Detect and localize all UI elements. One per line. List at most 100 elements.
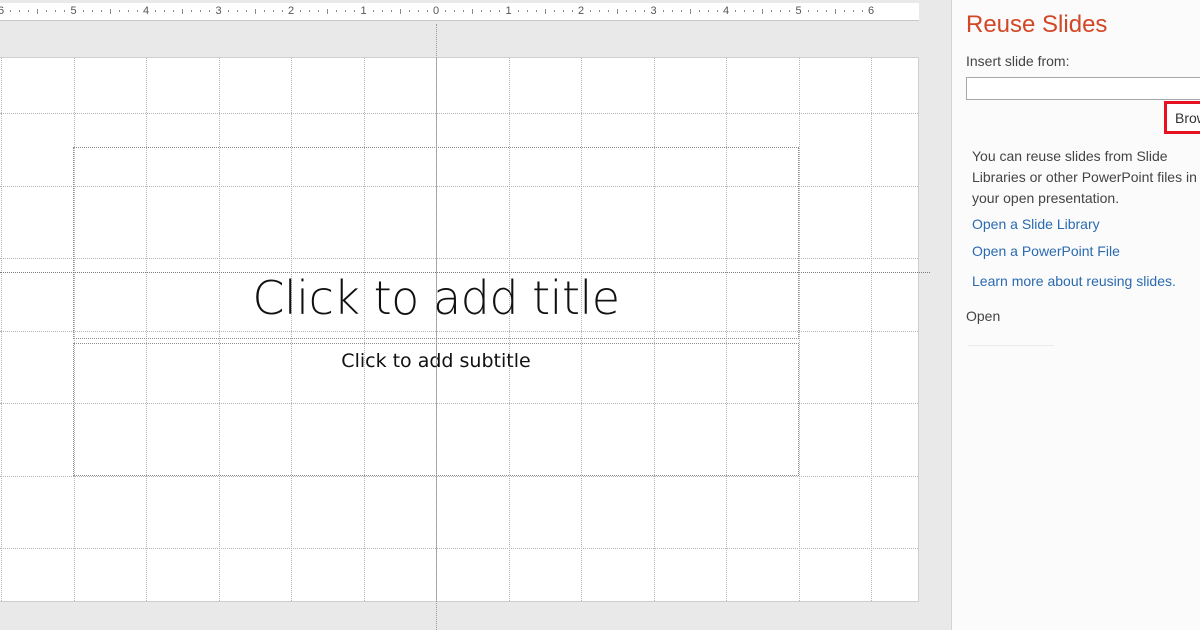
ruler-tick: [155, 10, 157, 12]
ruler-tick: [417, 10, 419, 12]
ruler-tick: [318, 10, 320, 12]
ruler-tick: [64, 10, 66, 12]
ruler-tick: [617, 9, 619, 14]
ruler-tick: [635, 10, 637, 12]
ruler-tick: [227, 10, 229, 12]
insert-slide-from-input[interactable]: [966, 77, 1200, 100]
ruler-label: 3: [215, 5, 222, 17]
ruler-tick: [19, 10, 21, 12]
ruler-tick: [753, 10, 755, 12]
ruler-label: 2: [577, 5, 585, 17]
ruler-tick: [626, 10, 628, 12]
ruler-tick: [200, 10, 202, 12]
ruler-tick: [381, 10, 383, 12]
ruler-label: 0: [432, 5, 440, 17]
ruler-tick: [309, 10, 311, 12]
ruler-tick: [852, 10, 854, 12]
ruler-tick: [526, 10, 528, 12]
learn-more-link[interactable]: Learn more about reusing slides.: [972, 273, 1176, 289]
ruler-tick: [608, 10, 610, 12]
ruler-tick: [834, 9, 836, 14]
ruler-label: 6: [0, 5, 5, 17]
ruler-tick: [644, 10, 646, 12]
ruler-tick: [28, 10, 30, 12]
ruler-tick: [182, 9, 184, 14]
ruler-tick: [300, 10, 302, 12]
ruler-tick: [535, 10, 537, 12]
ruler-label: 6: [867, 5, 875, 17]
ruler-tick: [707, 10, 709, 12]
ruler-label: 4: [142, 5, 150, 17]
ruler-tick: [109, 9, 111, 14]
ruler-tick: [336, 10, 338, 12]
ruler-tick: [354, 10, 356, 12]
ruler-tick: [209, 10, 211, 12]
ruler-tick: [91, 10, 93, 12]
ruler-tick: [562, 10, 564, 12]
ruler-tick: [191, 10, 193, 12]
ruler-tick: [46, 10, 48, 12]
ruler-tick: [789, 10, 791, 12]
open-powerpoint-file-link[interactable]: Open a PowerPoint File: [972, 243, 1120, 259]
ruler-tick: [735, 10, 737, 12]
horizontal-ruler[interactable]: 6 5 4 3 2 1 0 1 2 3 4 5 6: [0, 3, 919, 21]
ruler-tick: [481, 10, 483, 12]
ruler-tick: [816, 10, 818, 12]
ruler-tick: [55, 10, 57, 12]
ruler-tick: [698, 10, 700, 12]
gridline-horizontal: [0, 548, 918, 549]
reuse-info-text: You can reuse slides from Slide Librarie…: [972, 148, 1197, 206]
gridline-vertical: [1, 58, 2, 601]
ruler-tick: [245, 10, 247, 12]
ruler-tick: [82, 10, 84, 12]
slide-editor: 6 5 4 3 2 1 0 1 2 3 4 5 6 Click to add title Click t…: [0, 0, 951, 630]
vertical-center-guide[interactable]: [436, 24, 437, 630]
ruler-tick: [544, 9, 546, 14]
ruler-tick: [408, 10, 410, 12]
ruler-tick: [472, 9, 474, 14]
ruler-label: 2: [287, 5, 295, 17]
gridline-vertical: [871, 58, 872, 601]
ruler-tick: [399, 9, 401, 14]
ruler-tick: [771, 10, 773, 12]
ruler-tick: [327, 9, 329, 14]
ruler-tick: [553, 10, 555, 12]
open-slide-library-link[interactable]: Open a Slide Library: [972, 216, 1100, 232]
ruler-tick: [136, 10, 138, 12]
ruler-tick: [762, 9, 764, 14]
ruler-tick: [499, 10, 501, 12]
ruler-tick: [671, 10, 673, 12]
ruler-tick: [164, 10, 166, 12]
ruler-tick: [780, 10, 782, 12]
ruler-label: 5: [795, 5, 802, 17]
ruler-label: 1: [505, 5, 512, 17]
reuse-slides-pane: Reuse Slides Insert slide from: Browse Y…: [951, 0, 1200, 630]
ruler-tick: [843, 10, 845, 12]
ruler-tick: [463, 10, 465, 12]
ruler-label: 1: [360, 5, 367, 17]
ruler-tick: [571, 10, 573, 12]
ruler-tick: [100, 10, 102, 12]
ruler-tick: [517, 10, 519, 12]
ruler-label: 5: [70, 5, 77, 17]
ruler-tick: [590, 10, 592, 12]
ruler-tick: [689, 9, 691, 14]
ruler-tick: [825, 10, 827, 12]
ruler-tick: [254, 9, 256, 14]
ruler-tick: [680, 10, 682, 12]
ruler-tick: [281, 10, 283, 12]
ruler-tick: [272, 10, 274, 12]
browse-button[interactable]: Browse: [1164, 101, 1200, 134]
horizontal-center-guide[interactable]: [0, 272, 930, 273]
ruler-tick: [236, 10, 238, 12]
ruler-tick: [390, 10, 392, 12]
ruler-label: 4: [722, 5, 730, 17]
ruler-tick: [716, 10, 718, 12]
slide-canvas[interactable]: Click to add title Click to add subtitle: [0, 57, 919, 602]
ruler-tick: [372, 10, 374, 12]
ruler-tick: [490, 10, 492, 12]
pane-title: Reuse Slides: [966, 11, 1108, 38]
gridline-horizontal: [0, 113, 918, 114]
ruler-tick: [744, 10, 746, 12]
ruler-tick: [454, 10, 456, 12]
